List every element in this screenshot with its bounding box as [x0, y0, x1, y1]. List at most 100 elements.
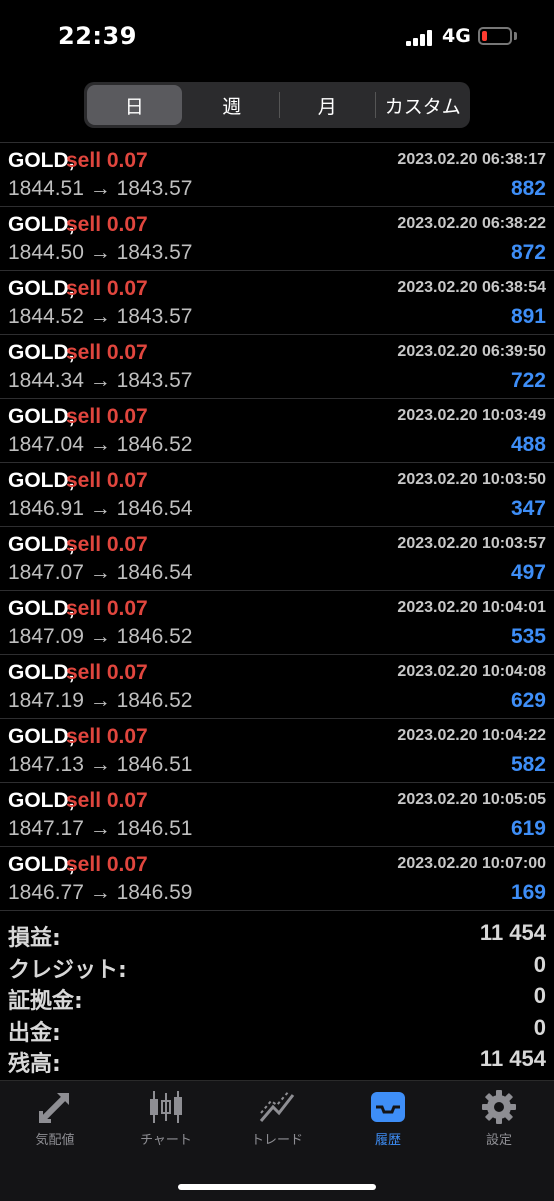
deal-time: 2023.02.20 06:38:17	[397, 151, 546, 168]
summary-credit-row: クレジット: 0	[0, 950, 554, 983]
deal-time: 2023.02.20 10:04:01	[397, 599, 546, 616]
status-time: 22:39	[58, 22, 137, 50]
tab-quotes[interactable]: 気配値	[0, 1089, 110, 1159]
tab-settings[interactable]: 設定	[444, 1089, 554, 1159]
battery-tip	[514, 32, 517, 40]
summary-profit-row: 損益: 11 454	[0, 918, 554, 951]
deal-symbol: GOLD,	[8, 277, 75, 300]
deal-side-volume: sell 0.07	[66, 277, 148, 300]
cellular-signal-icon	[406, 30, 434, 46]
deal-symbol: GOLD,	[8, 853, 75, 876]
deal-row[interactable]: GOLD, sell 0.07 2023.02.20 06:38:17 1844.51…	[0, 143, 554, 207]
deal-profit: 169	[510, 881, 546, 904]
deal-prices: 1844.34 → 1843.57	[8, 369, 193, 392]
summary-value: 0	[533, 983, 546, 1008]
history-summary: 損益: 11 454 クレジット: 0 証拠金: 0 出金: 0 残高: 11 …	[0, 918, 554, 1077]
deal-side-volume: sell 0.07	[66, 853, 148, 876]
deal-row[interactable]: GOLD, sell 0.07 2023.02.20 06:38:54 1844.52…	[0, 271, 554, 335]
deal-symbol: GOLD,	[8, 725, 75, 748]
deal-profit: 582	[510, 753, 546, 776]
trade-line-icon	[259, 1090, 295, 1122]
deal-symbol: GOLD,	[8, 789, 75, 812]
deal-prices: 1847.07 → 1846.54	[8, 561, 193, 584]
gear-icon	[482, 1090, 516, 1124]
segment-month[interactable]: 月	[280, 82, 375, 128]
deal-row[interactable]: GOLD, sell 0.07 2023.02.20 10:04:22 1847.13…	[0, 719, 554, 783]
summary-margin-row: 証拠金: 0	[0, 981, 554, 1014]
deal-row[interactable]: GOLD, sell 0.07 2023.02.20 06:39:50 1844.34…	[0, 335, 554, 399]
summary-balance-row: 残高: 11 454	[0, 1044, 554, 1077]
tab-history[interactable]: 履歴	[333, 1089, 443, 1159]
tab-chart[interactable]: チャート	[111, 1089, 221, 1159]
deal-symbol: GOLD,	[8, 405, 75, 428]
summary-value: 11 454	[479, 920, 546, 945]
tab-label: 履歴	[374, 1133, 401, 1148]
deal-time: 2023.02.20 10:03:49	[397, 407, 546, 424]
summary-label: クレジット:	[8, 957, 127, 983]
deal-prices: 1847.13 → 1846.51	[8, 753, 193, 776]
summary-value: 0	[533, 951, 546, 977]
deal-row[interactable]: GOLD, sell 0.07 2023.02.20 10:07:00 1846.77…	[0, 847, 554, 911]
deal-prices: 1846.91 → 1846.54	[8, 497, 193, 520]
deal-symbol: GOLD,	[8, 341, 75, 364]
deal-side-volume: sell 0.07	[66, 661, 148, 684]
battery-icon	[478, 27, 512, 45]
deal-profit: 722	[510, 369, 546, 392]
deal-side-volume: sell 0.07	[66, 789, 148, 812]
deal-prices: 1844.52 → 1843.57	[8, 305, 193, 328]
segment-custom[interactable]: カスタム	[376, 82, 471, 128]
deal-row[interactable]: GOLD, sell 0.07 2023.02.20 10:04:08 1847.19…	[0, 655, 554, 719]
bottom-tab-bar: 気配値 チャート トレード 履歴 設定	[0, 1080, 554, 1201]
deal-time: 2023.02.20 10:04:08	[397, 663, 546, 680]
deal-side-volume: sell 0.07	[66, 469, 148, 492]
deal-row[interactable]: GOLD, sell 0.07 2023.02.20 10:03:57 1847.07…	[0, 527, 554, 591]
deal-profit: 872	[510, 241, 546, 264]
deal-profit: 882	[510, 177, 546, 200]
deal-symbol: GOLD,	[8, 149, 75, 172]
summary-label: 損益:	[8, 926, 61, 951]
deal-side-volume: sell 0.07	[66, 149, 148, 172]
summary-label: 出金:	[8, 1020, 61, 1046]
deal-row[interactable]: GOLD, sell 0.07 2023.02.20 10:05:05 1847.17…	[0, 783, 554, 847]
deal-row[interactable]: GOLD, sell 0.07 2023.02.20 06:38:22 1844.50…	[0, 207, 554, 271]
deal-symbol: GOLD,	[8, 597, 75, 620]
period-segmented-control: 日 週 月 カスタム	[84, 82, 470, 128]
deal-time: 2023.02.20 10:05:05	[397, 791, 546, 808]
deal-prices: 1844.50 → 1843.57	[8, 241, 193, 264]
deal-profit: 535	[510, 625, 546, 648]
deal-row[interactable]: GOLD, sell 0.07 2023.02.20 10:04:01 1847.09…	[0, 591, 554, 655]
tab-label: 設定	[485, 1133, 512, 1148]
tab-label: トレード	[250, 1133, 303, 1148]
segment-day[interactable]: 日	[87, 85, 182, 125]
deal-prices: 1847.04 → 1846.52	[8, 433, 193, 456]
deal-profit: 497	[510, 561, 546, 584]
deal-symbol: GOLD,	[8, 213, 75, 236]
summary-value: 11 454	[479, 1046, 546, 1071]
deal-symbol: GOLD,	[8, 533, 75, 556]
deal-time: 2023.02.20 06:38:54	[397, 279, 546, 296]
deal-time: 2023.02.20 10:07:00	[397, 855, 546, 872]
history-inbox-icon	[371, 1092, 405, 1122]
segment-week[interactable]: 週	[185, 82, 280, 128]
deals-list: 1844.42 → 1843.57 797 GOLD,sell 0.072023…	[0, 110, 554, 911]
deal-profit: 891	[510, 305, 546, 328]
deal-time: 2023.02.20 06:38:22	[397, 215, 546, 232]
deal-time: 2023.02.20 06:39:50	[397, 343, 546, 360]
period-selector-bar: 日 週 月 カスタム	[0, 78, 554, 132]
summary-value: 0	[533, 1014, 546, 1040]
deal-side-volume: sell 0.07	[66, 597, 148, 620]
tab-trade[interactable]: トレード	[222, 1089, 332, 1159]
deal-prices: 1846.77 → 1846.59	[8, 881, 193, 904]
deal-time: 2023.02.20 10:03:50	[397, 471, 546, 488]
deal-row[interactable]: GOLD, sell 0.07 2023.02.20 10:03:50 1846.91…	[0, 463, 554, 527]
deal-profit: 629	[510, 689, 546, 712]
summary-label: 証拠金:	[8, 989, 83, 1014]
deal-profit: 619	[510, 817, 546, 840]
deal-row[interactable]: GOLD, sell 0.07 2023.02.20 10:03:49 1847.04…	[0, 399, 554, 463]
deal-prices: 1847.19 → 1846.52	[8, 689, 193, 712]
tab-label: チャート	[140, 1133, 192, 1148]
deal-symbol: GOLD,	[8, 661, 75, 684]
deal-side-volume: sell 0.07	[66, 341, 148, 364]
summary-withdrawal-row: 出金: 0	[0, 1013, 554, 1046]
deal-time: 2023.02.20 10:03:57	[397, 535, 546, 552]
